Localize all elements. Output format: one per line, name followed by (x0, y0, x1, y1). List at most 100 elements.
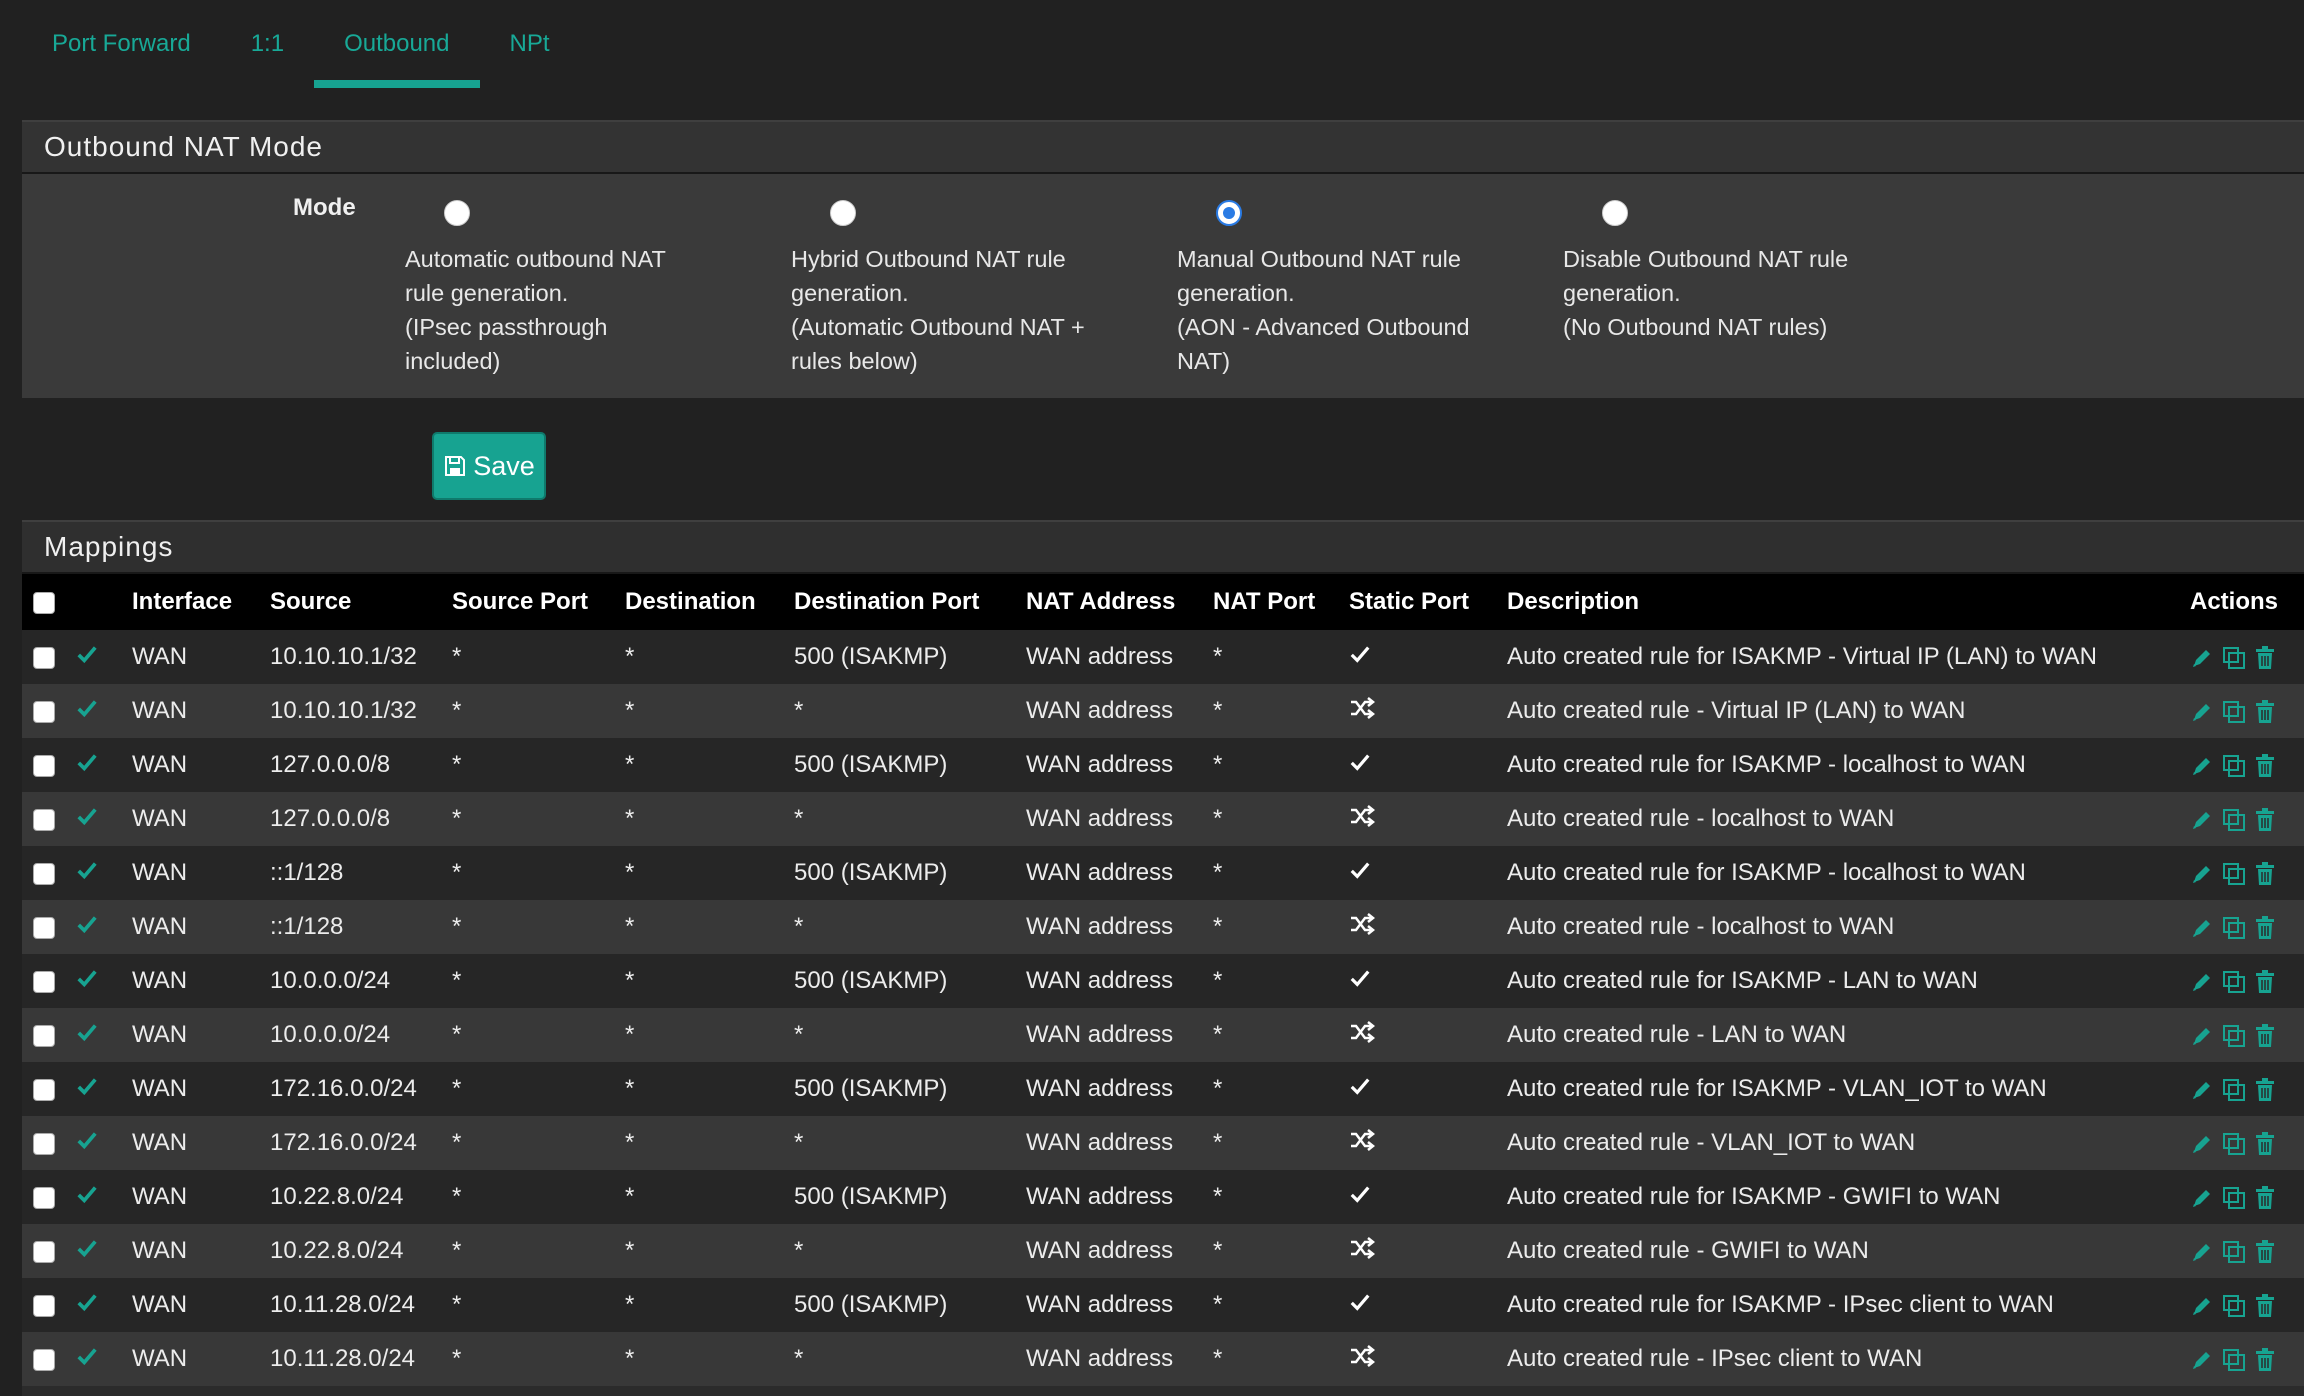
copy-icon[interactable] (2222, 1021, 2246, 1049)
row-select-checkbox[interactable] (33, 862, 55, 885)
copy-icon[interactable] (2222, 913, 2246, 941)
edit-pencil-icon[interactable] (2190, 697, 2214, 725)
enabled-check-icon[interactable] (75, 1237, 99, 1266)
copy-icon[interactable] (2222, 1345, 2246, 1373)
edit-pencil-icon[interactable] (2190, 913, 2214, 941)
copy-icon[interactable] (2222, 1129, 2246, 1157)
table-row[interactable]: WAN 10.22.8.0/24 * * 500 (ISAKMP) WAN address… (22, 1170, 2304, 1224)
copy-icon[interactable] (2222, 751, 2246, 779)
table-row[interactable]: WAN 10.10.10.1/32 * * * WAN address * Auto crea… (22, 684, 2304, 738)
edit-pencil-icon[interactable] (2190, 1345, 2214, 1373)
column-header[interactable]: Destination Port (794, 574, 1026, 630)
edit-pencil-icon[interactable] (2190, 967, 2214, 995)
enabled-check-icon[interactable] (75, 643, 99, 672)
row-select-checkbox[interactable] (33, 1132, 55, 1155)
table-row[interactable]: WAN 127.0.0.0/8 * * * WAN address * Auto create… (22, 792, 2304, 846)
column-header[interactable]: Source (270, 574, 452, 630)
edit-pencil-icon[interactable] (2190, 1291, 2214, 1319)
row-select-checkbox[interactable] (33, 700, 55, 723)
edit-pencil-icon[interactable] (2190, 859, 2214, 887)
enabled-check-icon[interactable] (75, 967, 99, 996)
column-header[interactable]: Static Port (1349, 574, 1507, 630)
row-select-checkbox[interactable] (33, 1078, 55, 1101)
enabled-check-icon[interactable] (75, 859, 99, 888)
trash-icon[interactable] (2254, 967, 2276, 995)
table-row[interactable]: WAN 10.0.0.0/24 * * 500 (ISAKMP) WAN address *… (22, 954, 2304, 1008)
radio-manual[interactable] (1216, 200, 1242, 226)
copy-icon[interactable] (2222, 1237, 2246, 1265)
enabled-check-icon[interactable] (75, 805, 99, 834)
radio-hybrid[interactable] (830, 200, 856, 226)
column-header[interactable]: NAT Address (1026, 574, 1213, 630)
trash-icon[interactable] (2254, 859, 2276, 887)
edit-pencil-icon[interactable] (2190, 1237, 2214, 1265)
radio-automatic[interactable] (444, 200, 470, 226)
column-header[interactable]: Destination (625, 574, 794, 630)
copy-icon[interactable] (2222, 805, 2246, 833)
trash-icon[interactable] (2254, 697, 2276, 725)
copy-icon[interactable] (2222, 697, 2246, 725)
save-button[interactable]: Save (432, 432, 546, 500)
trash-icon[interactable] (2254, 1075, 2276, 1103)
trash-icon[interactable] (2254, 643, 2276, 671)
row-select-checkbox[interactable] (33, 1186, 55, 1209)
edit-pencil-icon[interactable] (2190, 805, 2214, 833)
row-select-checkbox[interactable] (33, 1294, 55, 1317)
enabled-check-icon[interactable] (75, 1021, 99, 1050)
copy-icon[interactable] (2222, 1075, 2246, 1103)
row-select-checkbox[interactable] (33, 646, 55, 669)
trash-icon[interactable] (2254, 805, 2276, 833)
row-select-checkbox[interactable] (33, 1240, 55, 1263)
trash-icon[interactable] (2254, 1183, 2276, 1211)
table-row[interactable]: WAN 10.11.28.0/24 * * * WAN address * Auto crea… (22, 1332, 2304, 1386)
row-select-checkbox[interactable] (33, 970, 55, 993)
edit-pencil-icon[interactable] (2190, 643, 2214, 671)
enabled-check-icon[interactable] (75, 1075, 99, 1104)
tab-outbound[interactable]: Outbound (314, 0, 480, 88)
row-select-checkbox[interactable] (33, 1024, 55, 1047)
tab-one-to-one[interactable]: 1:1 (221, 0, 314, 88)
table-row[interactable]: WAN 172.16.0.0/24 * * 500 (ISAKMP) WAN addres… (22, 1062, 2304, 1116)
tab-port-forward[interactable]: Port Forward (22, 0, 221, 88)
copy-icon[interactable] (2222, 967, 2246, 995)
table-row[interactable]: WAN 10.22.8.0/24 * * * WAN address * Auto creat… (22, 1224, 2304, 1278)
copy-icon[interactable] (2222, 1183, 2246, 1211)
trash-icon[interactable] (2254, 1129, 2276, 1157)
column-header[interactable]: Description (1507, 574, 2190, 630)
table-row[interactable]: WAN::1/128 * * * WAN address * Auto created ru… (22, 900, 2304, 954)
table-row[interactable]: WAN 172.16.0.0/24 * * * WAN address * Auto crea… (22, 1116, 2304, 1170)
trash-icon[interactable] (2254, 1345, 2276, 1373)
column-header[interactable]: NAT Port (1213, 574, 1349, 630)
table-row[interactable]: WAN 10.11.28.0/24 * * 500 (ISAKMP) WAN addres… (22, 1278, 2304, 1332)
select-all-checkbox[interactable] (33, 591, 55, 614)
enabled-check-icon[interactable] (75, 1345, 99, 1374)
column-header[interactable]: Interface (132, 574, 270, 630)
trash-icon[interactable] (2254, 1021, 2276, 1049)
enabled-check-icon[interactable] (75, 1291, 99, 1320)
edit-pencil-icon[interactable] (2190, 751, 2214, 779)
enabled-check-icon[interactable] (75, 1183, 99, 1212)
table-row[interactable]: WAN 127.0.0.0/8 * * 500 (ISAKMP) WAN address *… (22, 738, 2304, 792)
radio-disable[interactable] (1602, 200, 1628, 226)
enabled-check-icon[interactable] (75, 913, 99, 942)
enabled-check-icon[interactable] (75, 1129, 99, 1158)
edit-pencil-icon[interactable] (2190, 1129, 2214, 1157)
trash-icon[interactable] (2254, 1291, 2276, 1319)
table-row[interactable]: WAN::1/128 * * 500 (ISAKMP) WAN address * Auto… (22, 846, 2304, 900)
trash-icon[interactable] (2254, 1237, 2276, 1265)
row-select-checkbox[interactable] (33, 754, 55, 777)
copy-icon[interactable] (2222, 1291, 2246, 1319)
row-select-checkbox[interactable] (33, 1348, 55, 1371)
column-header[interactable]: Source Port (452, 574, 625, 630)
tab-npt[interactable]: NPt (480, 0, 580, 88)
enabled-check-icon[interactable] (75, 697, 99, 726)
edit-pencil-icon[interactable] (2190, 1075, 2214, 1103)
trash-icon[interactable] (2254, 751, 2276, 779)
edit-pencil-icon[interactable] (2190, 1021, 2214, 1049)
row-select-checkbox[interactable] (33, 808, 55, 831)
table-row[interactable]: WAN 10.0.0.0/24 * * * WAN address * Auto create… (22, 1008, 2304, 1062)
copy-icon[interactable] (2222, 643, 2246, 671)
row-select-checkbox[interactable] (33, 916, 55, 939)
edit-pencil-icon[interactable] (2190, 1183, 2214, 1211)
copy-icon[interactable] (2222, 859, 2246, 887)
